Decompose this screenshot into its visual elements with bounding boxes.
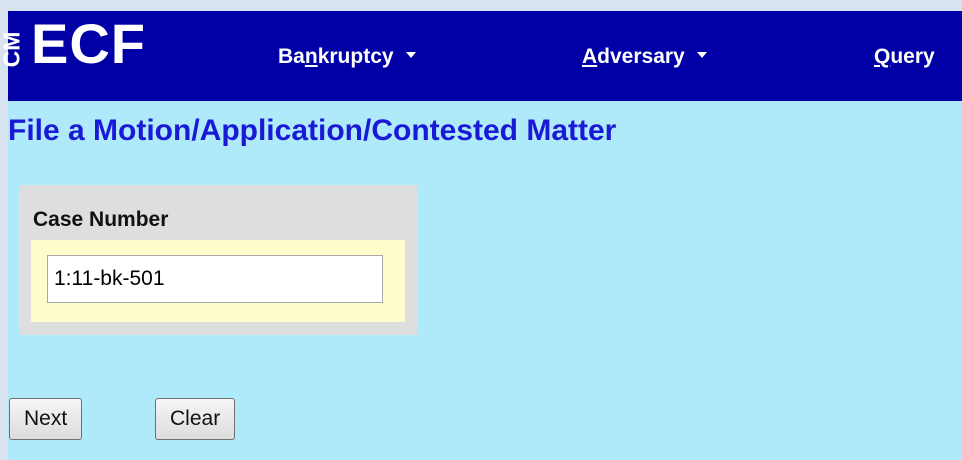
logo-cm-text: CM bbox=[0, 31, 25, 68]
next-button[interactable]: Next bbox=[9, 398, 83, 440]
cmecf-logo[interactable]: CM ECF bbox=[0, 14, 238, 74]
menu-bankruptcy-post: kruptcy bbox=[317, 45, 394, 68]
page-title: File a Motion/Application/Contested Matt… bbox=[8, 114, 617, 147]
menu-query-post: uery bbox=[890, 45, 935, 68]
menu-bankruptcy-accel: n bbox=[304, 45, 318, 68]
case-number-field-wrapper bbox=[31, 240, 405, 322]
menu-adversary-accel: A bbox=[582, 45, 598, 68]
menu-adversary-post: dversary bbox=[597, 45, 685, 68]
page-frame: CM ECF Bankruptcy Adversary Query File a… bbox=[0, 11, 962, 460]
chevron-down-icon bbox=[405, 52, 416, 59]
logo-ecf-text: ECF bbox=[31, 12, 146, 75]
menu-bankruptcy[interactable]: Bankruptcy bbox=[278, 45, 416, 69]
menu-query[interactable]: Query bbox=[874, 45, 935, 69]
case-number-label: Case Number bbox=[33, 208, 169, 231]
clear-button[interactable]: Clear bbox=[155, 398, 236, 440]
case-number-panel: Case Number bbox=[19, 185, 417, 335]
case-number-input[interactable] bbox=[47, 255, 383, 303]
menu-bankruptcy-pre: Ba bbox=[278, 45, 305, 68]
top-navbar: CM ECF Bankruptcy Adversary Query bbox=[0, 11, 962, 101]
chevron-down-icon bbox=[696, 52, 707, 59]
menu-query-accel: Q bbox=[874, 45, 891, 68]
menu-adversary[interactable]: Adversary bbox=[582, 45, 707, 69]
